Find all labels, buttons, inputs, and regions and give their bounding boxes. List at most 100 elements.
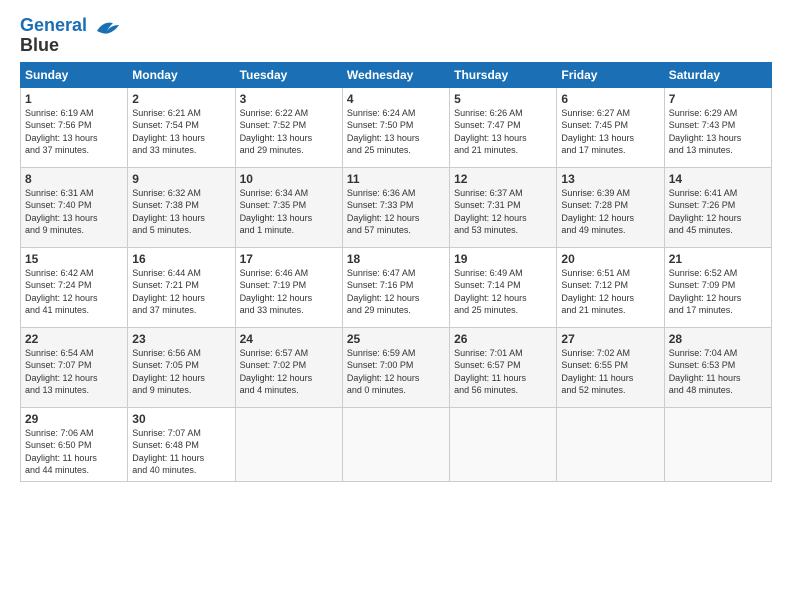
calendar-cell [557,407,664,481]
calendar-cell [342,407,449,481]
calendar: SundayMondayTuesdayWednesdayThursdayFrid… [20,62,772,482]
calendar-cell: 13Sunrise: 6:39 AM Sunset: 7:28 PM Dayli… [557,167,664,247]
day-info: Sunrise: 6:22 AM Sunset: 7:52 PM Dayligh… [240,107,338,157]
calendar-cell: 9Sunrise: 6:32 AM Sunset: 7:38 PM Daylig… [128,167,235,247]
logo-text: GeneralBlue [20,16,87,56]
day-info: Sunrise: 6:24 AM Sunset: 7:50 PM Dayligh… [347,107,445,157]
day-number: 11 [347,172,445,186]
day-number: 20 [561,252,659,266]
calendar-cell: 16Sunrise: 6:44 AM Sunset: 7:21 PM Dayli… [128,247,235,327]
calendar-cell: 11Sunrise: 6:36 AM Sunset: 7:33 PM Dayli… [342,167,449,247]
day-number: 2 [132,92,230,106]
calendar-cell [450,407,557,481]
calendar-cell: 12Sunrise: 6:37 AM Sunset: 7:31 PM Dayli… [450,167,557,247]
day-info: Sunrise: 6:54 AM Sunset: 7:07 PM Dayligh… [25,347,123,397]
calendar-cell: 17Sunrise: 6:46 AM Sunset: 7:19 PM Dayli… [235,247,342,327]
calendar-cell [235,407,342,481]
day-number: 24 [240,332,338,346]
day-info: Sunrise: 6:26 AM Sunset: 7:47 PM Dayligh… [454,107,552,157]
day-number: 7 [669,92,767,106]
day-number: 3 [240,92,338,106]
calendar-cell: 14Sunrise: 6:41 AM Sunset: 7:26 PM Dayli… [664,167,771,247]
weekday-header-saturday: Saturday [664,62,771,87]
day-info: Sunrise: 6:37 AM Sunset: 7:31 PM Dayligh… [454,187,552,237]
calendar-cell: 28Sunrise: 7:04 AM Sunset: 6:53 PM Dayli… [664,327,771,407]
calendar-cell: 26Sunrise: 7:01 AM Sunset: 6:57 PM Dayli… [450,327,557,407]
calendar-cell: 23Sunrise: 6:56 AM Sunset: 7:05 PM Dayli… [128,327,235,407]
calendar-cell: 21Sunrise: 6:52 AM Sunset: 7:09 PM Dayli… [664,247,771,327]
day-info: Sunrise: 6:29 AM Sunset: 7:43 PM Dayligh… [669,107,767,157]
weekday-header-monday: Monday [128,62,235,87]
calendar-cell: 25Sunrise: 6:59 AM Sunset: 7:00 PM Dayli… [342,327,449,407]
calendar-cell: 24Sunrise: 6:57 AM Sunset: 7:02 PM Dayli… [235,327,342,407]
calendar-cell: 4Sunrise: 6:24 AM Sunset: 7:50 PM Daylig… [342,87,449,167]
logo-bird-icon [89,17,121,45]
day-number: 16 [132,252,230,266]
day-info: Sunrise: 6:51 AM Sunset: 7:12 PM Dayligh… [561,267,659,317]
weekday-header-row: SundayMondayTuesdayWednesdayThursdayFrid… [21,62,772,87]
day-number: 22 [25,332,123,346]
day-info: Sunrise: 7:04 AM Sunset: 6:53 PM Dayligh… [669,347,767,397]
day-info: Sunrise: 6:59 AM Sunset: 7:00 PM Dayligh… [347,347,445,397]
day-info: Sunrise: 6:52 AM Sunset: 7:09 PM Dayligh… [669,267,767,317]
calendar-cell: 7Sunrise: 6:29 AM Sunset: 7:43 PM Daylig… [664,87,771,167]
week-row-5: 29Sunrise: 7:06 AM Sunset: 6:50 PM Dayli… [21,407,772,481]
calendar-cell: 2Sunrise: 6:21 AM Sunset: 7:54 PM Daylig… [128,87,235,167]
week-row-1: 1Sunrise: 6:19 AM Sunset: 7:56 PM Daylig… [21,87,772,167]
day-info: Sunrise: 6:47 AM Sunset: 7:16 PM Dayligh… [347,267,445,317]
day-number: 9 [132,172,230,186]
day-number: 4 [347,92,445,106]
day-info: Sunrise: 6:56 AM Sunset: 7:05 PM Dayligh… [132,347,230,397]
calendar-cell: 19Sunrise: 6:49 AM Sunset: 7:14 PM Dayli… [450,247,557,327]
week-row-4: 22Sunrise: 6:54 AM Sunset: 7:07 PM Dayli… [21,327,772,407]
day-number: 12 [454,172,552,186]
weekday-header-sunday: Sunday [21,62,128,87]
day-info: Sunrise: 7:02 AM Sunset: 6:55 PM Dayligh… [561,347,659,397]
day-info: Sunrise: 7:06 AM Sunset: 6:50 PM Dayligh… [25,427,123,477]
day-info: Sunrise: 6:32 AM Sunset: 7:38 PM Dayligh… [132,187,230,237]
calendar-cell: 29Sunrise: 7:06 AM Sunset: 6:50 PM Dayli… [21,407,128,481]
day-number: 8 [25,172,123,186]
day-number: 23 [132,332,230,346]
calendar-cell: 30Sunrise: 7:07 AM Sunset: 6:48 PM Dayli… [128,407,235,481]
day-info: Sunrise: 6:42 AM Sunset: 7:24 PM Dayligh… [25,267,123,317]
day-number: 21 [669,252,767,266]
day-number: 10 [240,172,338,186]
day-number: 14 [669,172,767,186]
day-number: 5 [454,92,552,106]
day-info: Sunrise: 6:21 AM Sunset: 7:54 PM Dayligh… [132,107,230,157]
page-container: GeneralBlue SundayMondayTuesdayWednesday… [0,0,792,492]
day-number: 29 [25,412,123,426]
calendar-cell [664,407,771,481]
day-number: 27 [561,332,659,346]
calendar-cell: 18Sunrise: 6:47 AM Sunset: 7:16 PM Dayli… [342,247,449,327]
day-number: 25 [347,332,445,346]
header: GeneralBlue [20,16,772,56]
weekday-header-friday: Friday [557,62,664,87]
calendar-cell: 8Sunrise: 6:31 AM Sunset: 7:40 PM Daylig… [21,167,128,247]
day-number: 18 [347,252,445,266]
day-info: Sunrise: 6:46 AM Sunset: 7:19 PM Dayligh… [240,267,338,317]
day-number: 19 [454,252,552,266]
weekday-header-thursday: Thursday [450,62,557,87]
day-number: 1 [25,92,123,106]
day-info: Sunrise: 7:07 AM Sunset: 6:48 PM Dayligh… [132,427,230,477]
day-info: Sunrise: 6:57 AM Sunset: 7:02 PM Dayligh… [240,347,338,397]
logo: GeneralBlue [20,16,121,56]
day-info: Sunrise: 6:44 AM Sunset: 7:21 PM Dayligh… [132,267,230,317]
calendar-cell: 1Sunrise: 6:19 AM Sunset: 7:56 PM Daylig… [21,87,128,167]
calendar-cell: 6Sunrise: 6:27 AM Sunset: 7:45 PM Daylig… [557,87,664,167]
day-number: 28 [669,332,767,346]
day-number: 26 [454,332,552,346]
week-row-3: 15Sunrise: 6:42 AM Sunset: 7:24 PM Dayli… [21,247,772,327]
day-number: 30 [132,412,230,426]
calendar-cell: 15Sunrise: 6:42 AM Sunset: 7:24 PM Dayli… [21,247,128,327]
calendar-cell: 27Sunrise: 7:02 AM Sunset: 6:55 PM Dayli… [557,327,664,407]
calendar-cell: 20Sunrise: 6:51 AM Sunset: 7:12 PM Dayli… [557,247,664,327]
day-info: Sunrise: 6:49 AM Sunset: 7:14 PM Dayligh… [454,267,552,317]
day-info: Sunrise: 6:34 AM Sunset: 7:35 PM Dayligh… [240,187,338,237]
weekday-header-tuesday: Tuesday [235,62,342,87]
day-info: Sunrise: 6:27 AM Sunset: 7:45 PM Dayligh… [561,107,659,157]
day-number: 13 [561,172,659,186]
weekday-header-wednesday: Wednesday [342,62,449,87]
